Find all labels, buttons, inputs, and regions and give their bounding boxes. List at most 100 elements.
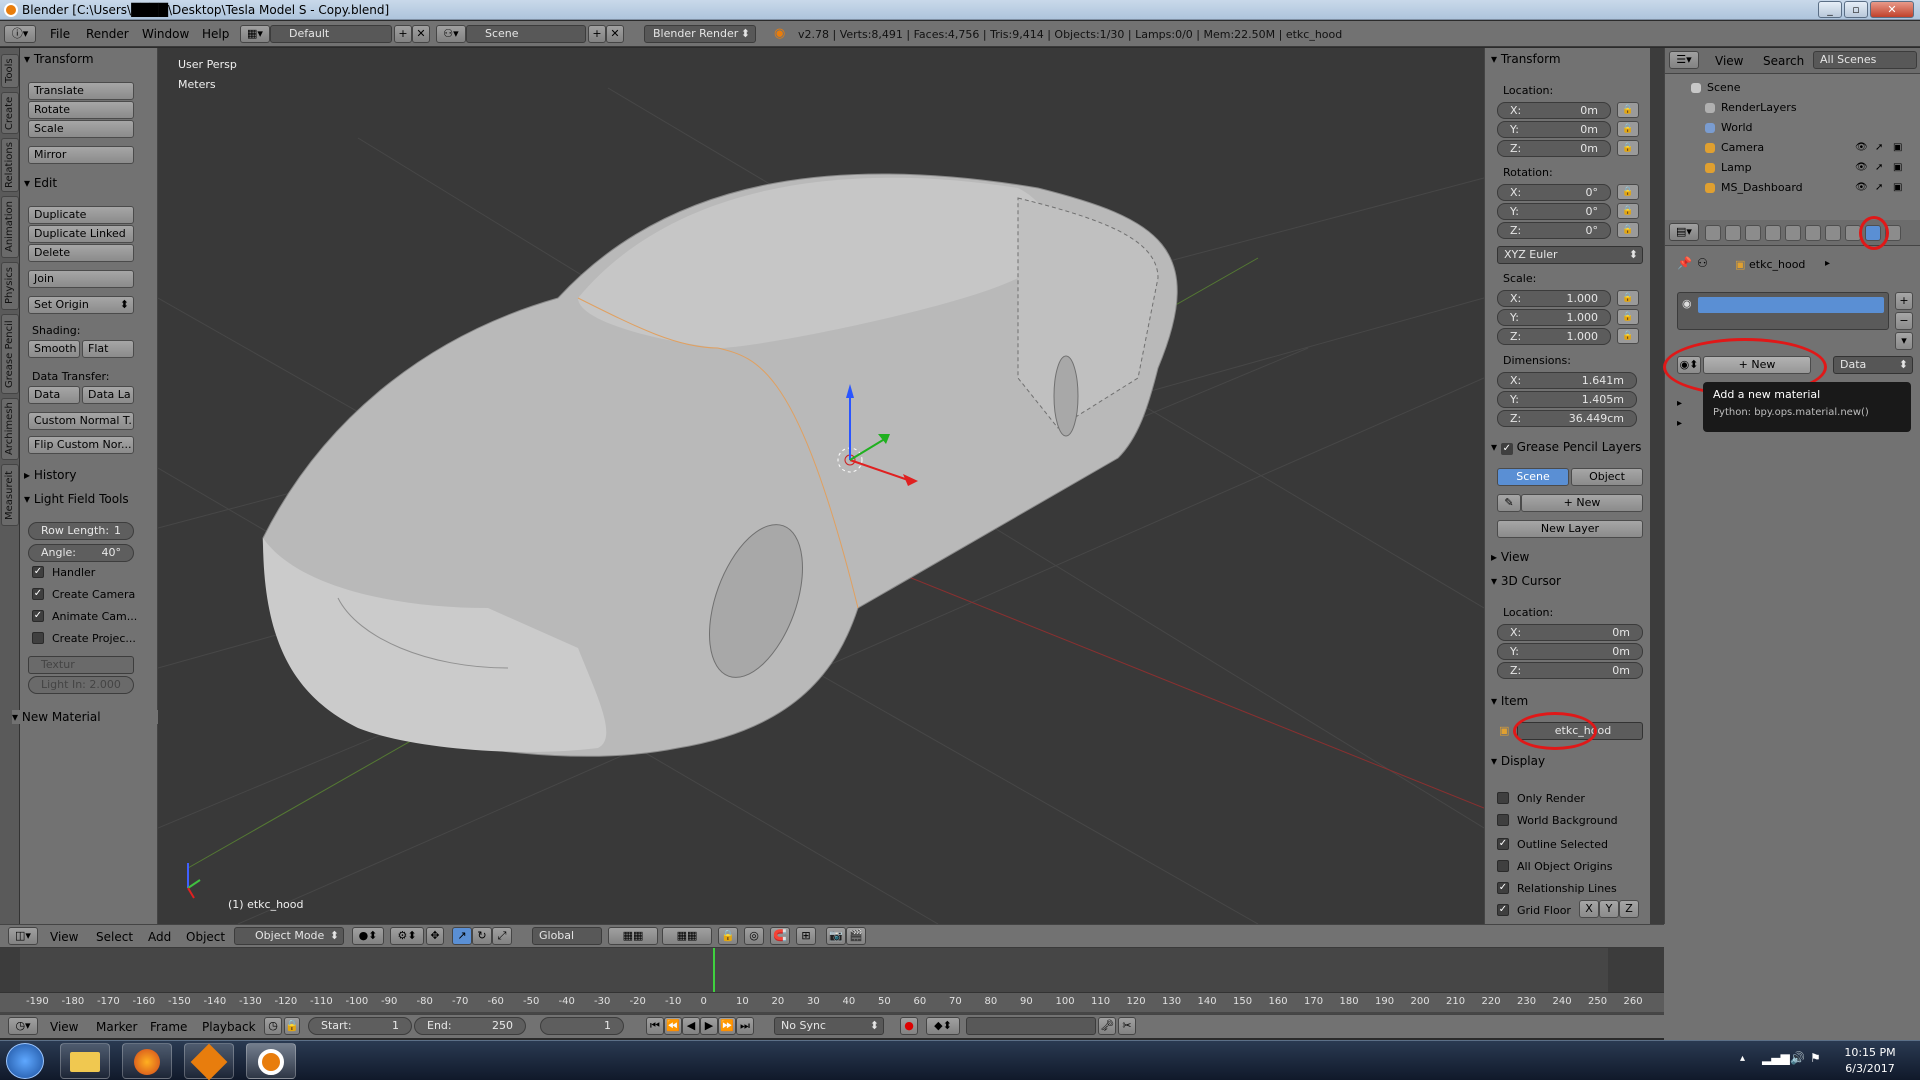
display-option-checkbox[interactable] xyxy=(1497,792,1509,804)
flag-icon[interactable]: ⚑ xyxy=(1810,1051,1821,1065)
scale-manipulator-button[interactable]: ⤢ xyxy=(492,927,512,945)
transform-orientation-dropdown[interactable]: Global xyxy=(532,927,602,945)
show-hidden-icons-icon[interactable]: ▴ xyxy=(1740,1053,1745,1064)
display-option-checkbox[interactable]: ✓ xyxy=(1497,882,1509,894)
location-x-field[interactable]: X: 0m xyxy=(1497,102,1611,119)
modifiers-tab-icon[interactable] xyxy=(1825,225,1841,241)
scene-remove-button[interactable]: ✕ xyxy=(606,25,624,43)
jump-end-icon[interactable]: ⏭ xyxy=(736,1017,754,1035)
material-slot-selected[interactable] xyxy=(1698,297,1884,313)
outliner-row[interactable]: Lamp 👁 ➚ ▣ xyxy=(1665,158,1911,178)
end-frame-field[interactable]: End: 250 xyxy=(414,1017,526,1035)
outliner-row[interactable]: RenderLayers xyxy=(1665,98,1911,118)
data-layout-button[interactable]: Data La xyxy=(82,386,134,404)
cursor-y-field[interactable]: Y: 0m xyxy=(1497,643,1643,660)
tab-create[interactable]: Create xyxy=(1,92,19,134)
layout-add-button[interactable]: + xyxy=(394,25,412,43)
create-camera-checkbox[interactable]: ✓ xyxy=(32,588,44,600)
visibility-eye-icon[interactable]: 👁 xyxy=(1855,138,1868,158)
3d-viewport[interactable]: User Persp Meters (1) etkc_hood xyxy=(158,48,1484,924)
scene-add-button[interactable]: + xyxy=(588,25,606,43)
handler-checkbox[interactable]: ✓ xyxy=(32,566,44,578)
rotate-button[interactable]: Rotate xyxy=(28,101,134,119)
menu-add[interactable]: Add xyxy=(148,930,171,944)
render-layers-tab-icon[interactable] xyxy=(1725,225,1741,241)
proportional-edit-icon[interactable]: ◎ xyxy=(744,927,764,945)
light-in-field[interactable]: Light In: 2.000 xyxy=(28,676,134,694)
rotation-y-field[interactable]: Y: 0° xyxy=(1497,203,1611,220)
3d-cursor-header[interactable]: ▾ 3D Cursor xyxy=(1491,574,1561,588)
editor-type-icon[interactable]: ⓘ▾ xyxy=(4,25,36,43)
lock-icon[interactable]: 🔒 xyxy=(1617,184,1639,200)
selectable-cursor-icon[interactable]: ➚ xyxy=(1875,138,1883,158)
visibility-eye-icon[interactable]: 👁 xyxy=(1855,158,1868,178)
panel-edit-header[interactable]: ▾ Edit xyxy=(24,176,57,190)
rotation-mode-dropdown[interactable]: XYZ Euler ⬍ xyxy=(1497,246,1643,264)
data-transfer-button[interactable]: Data xyxy=(28,386,80,404)
panel-lightfield-header[interactable]: ▾ Light Field Tools xyxy=(24,492,129,506)
firefox-icon[interactable] xyxy=(122,1043,172,1079)
tab-grease-pencil[interactable]: Grease Pencil xyxy=(1,314,19,394)
lock-icon[interactable]: 🔒 xyxy=(1617,102,1639,118)
volume-icon[interactable]: 🔊 xyxy=(1790,1051,1805,1065)
display-option-checkbox[interactable]: ✓ xyxy=(1497,904,1509,916)
item-header[interactable]: ▾ Item xyxy=(1491,694,1528,708)
outliner-editor-icon[interactable]: ☰▾ xyxy=(1669,51,1699,69)
mode-dropdown[interactable]: Object Mode ⬍ xyxy=(234,927,344,945)
layers-group-1[interactable]: ▦▦ xyxy=(608,927,658,945)
layout-icon[interactable]: ▦▾ xyxy=(240,25,270,43)
lock-icon[interactable]: 🔒 xyxy=(1617,222,1639,238)
render-preview-icon[interactable]: 📷 xyxy=(826,927,846,945)
grease-scene-button[interactable]: Scene xyxy=(1497,468,1569,486)
translate-button[interactable]: Translate xyxy=(28,82,134,100)
collapsed-panel-arrow-icon[interactable]: ▸ xyxy=(1677,398,1682,409)
collapsed-panel-arrow-icon[interactable]: ▸ xyxy=(1677,418,1682,429)
layout-selector[interactable]: Default xyxy=(270,25,392,43)
play-reverse-icon[interactable]: ◀ xyxy=(682,1017,700,1035)
keying-set-icon[interactable]: ◆⬍ xyxy=(926,1017,960,1035)
slot-menu-button[interactable]: ▾ xyxy=(1895,332,1913,350)
display-option-checkbox[interactable]: ✓ xyxy=(1497,838,1509,850)
layout-remove-button[interactable]: ✕ xyxy=(412,25,430,43)
record-icon[interactable]: ● xyxy=(900,1017,918,1035)
cursor-x-field[interactable]: X: 0m xyxy=(1497,624,1643,641)
grease-pencil-checkbox[interactable]: ✓ xyxy=(1500,443,1513,455)
set-origin-dropdown[interactable]: Set Origin ⬍ xyxy=(28,296,134,314)
sync-mode-dropdown[interactable]: No Sync ⬍ xyxy=(774,1017,884,1035)
opengl-render-icon[interactable]: 🎬 xyxy=(846,927,866,945)
start-frame-field[interactable]: Start: 1 xyxy=(308,1017,412,1035)
tab-animation[interactable]: Animation xyxy=(1,196,19,258)
tab-measureit[interactable]: Measureit xyxy=(1,464,19,526)
selectable-cursor-icon[interactable]: ➚ xyxy=(1875,158,1883,178)
jump-start-icon[interactable]: ⏮ xyxy=(646,1017,664,1035)
scale-x-field[interactable]: X: 1.000 xyxy=(1497,290,1611,307)
timeline-menu-marker[interactable]: Marker xyxy=(96,1020,137,1034)
flip-custom-normals-button[interactable]: Flip Custom Nor... xyxy=(28,436,134,454)
render-camera-icon[interactable]: ▣ xyxy=(1893,138,1902,158)
manipulator-toggle-button[interactable]: ✥ xyxy=(426,927,444,945)
duplicate-button[interactable]: Duplicate xyxy=(28,206,134,224)
object-tab-icon[interactable] xyxy=(1785,225,1801,241)
panel-new-material-header[interactable]: ▾ New Material xyxy=(12,710,158,724)
animate-camera-checkbox[interactable]: ✓ xyxy=(32,610,44,622)
timeline-menu-view[interactable]: View xyxy=(50,1020,78,1034)
rotation-z-field[interactable]: Z: 0° xyxy=(1497,222,1611,239)
tab-tools[interactable]: Tools xyxy=(1,54,19,88)
prev-keyframe-icon[interactable]: ⏪ xyxy=(664,1017,682,1035)
file-explorer-icon[interactable] xyxy=(60,1043,110,1079)
render-camera-icon[interactable]: ▣ xyxy=(1893,178,1902,198)
delete-button[interactable]: Delete xyxy=(28,244,134,262)
dimension-y-field[interactable]: Y: 1.405m xyxy=(1497,391,1637,408)
dimension-z-field[interactable]: Z: 36.449cm xyxy=(1497,410,1637,427)
slot-remove-button[interactable]: − xyxy=(1895,312,1913,330)
render-camera-icon[interactable]: ▣ xyxy=(1893,158,1902,178)
duplicate-linked-button[interactable]: Duplicate Linked xyxy=(28,225,134,243)
mirror-button[interactable]: Mirror xyxy=(28,146,134,164)
viewport-editor-icon[interactable]: ◫▾ xyxy=(8,927,38,945)
play-icon[interactable]: ▶ xyxy=(700,1017,718,1035)
dimension-x-field[interactable]: X: 1.641m xyxy=(1497,372,1637,389)
slot-add-button[interactable]: + xyxy=(1895,292,1913,310)
tab-archimesh[interactable]: Archimesh xyxy=(1,398,19,460)
outliner-row[interactable]: MS_Dashboard 👁 ➚ ▣ xyxy=(1665,178,1911,198)
lock-icon[interactable]: 🔒 xyxy=(1617,290,1639,306)
